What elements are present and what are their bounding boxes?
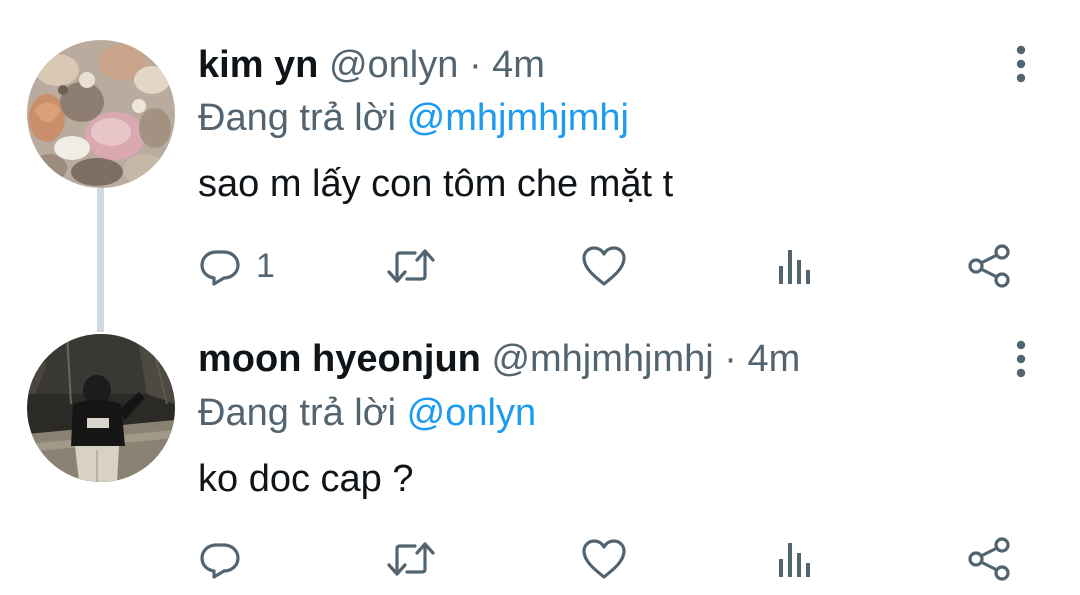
view-count-button[interactable]: [775, 238, 815, 294]
display-name[interactable]: kim yn: [198, 44, 318, 86]
share-button[interactable]: [966, 238, 1012, 294]
retweet-arrows-icon: [387, 542, 435, 576]
display-name[interactable]: moon hyeonjun: [198, 338, 481, 380]
bar-chart-icon: [779, 543, 810, 577]
reply-button[interactable]: 1: [198, 238, 275, 294]
replying-to-label: Đang trả lời: [198, 97, 397, 139]
timestamp: 4m: [747, 338, 801, 380]
like-button[interactable]: [580, 238, 628, 294]
tweet-actions: 1: [0, 238, 1080, 294]
retweet-button[interactable]: [385, 531, 437, 587]
tweet-text: ko doc cap ?: [198, 458, 414, 500]
retweet-arrows-icon: [387, 249, 435, 283]
speech-bubble-icon: [200, 543, 240, 579]
speech-bubble-icon: [200, 250, 240, 286]
view-count-button[interactable]: [775, 531, 815, 587]
share-nodes-icon: [968, 537, 1010, 581]
tweet-actions: [0, 531, 1080, 587]
share-nodes-icon: [968, 244, 1010, 288]
replying-to-label: Đang trả lời: [198, 392, 397, 434]
share-button[interactable]: [966, 531, 1012, 587]
separator-dot: ·: [724, 338, 737, 380]
tweet[interactable]: kim yn @onlyn · 4m Đang trả lời @mhjmhjm…: [0, 0, 1080, 300]
more-options-button[interactable]: [1004, 42, 1038, 86]
person-at-night-avatar-image: [27, 334, 175, 482]
bar-chart-icon: [779, 250, 810, 284]
reply-count: 1: [256, 246, 275, 285]
tweet-header: moon hyeonjun @mhjmhjmhj · 4m: [198, 336, 970, 382]
username[interactable]: @mhjmhjmhj: [491, 338, 713, 380]
avatar[interactable]: [27, 40, 175, 188]
avatar[interactable]: [27, 334, 175, 482]
timestamp: 4m: [492, 44, 545, 86]
like-button[interactable]: [580, 531, 628, 587]
separator-dot: ·: [468, 44, 482, 86]
replying-to: Đang trả lời @onlyn: [198, 390, 536, 436]
heart-icon: [582, 246, 626, 286]
tweet-text: sao m lấy con tôm che mặt t: [198, 163, 674, 205]
tweet-header: kim yn @onlyn · 4m: [198, 42, 970, 88]
replying-to-mention[interactable]: @mhjmhjmhj: [407, 97, 629, 139]
more-options-button[interactable]: [1004, 337, 1038, 381]
retweet-button[interactable]: [385, 238, 437, 294]
seashells-avatar-image: [27, 40, 175, 188]
vertical-ellipsis-icon: [1016, 45, 1026, 83]
reply-button[interactable]: [198, 531, 256, 587]
heart-icon: [582, 539, 626, 579]
reply-thread: kim yn @onlyn · 4m Đang trả lời @mhjmhjm…: [0, 0, 1080, 595]
tweet[interactable]: moon hyeonjun @mhjmhjmhj · 4m Đang trả l…: [0, 300, 1080, 595]
replying-to: Đang trả lời @mhjmhjmhj: [198, 95, 629, 141]
replying-to-mention[interactable]: @onlyn: [407, 392, 536, 434]
username[interactable]: @onlyn: [329, 44, 458, 86]
vertical-ellipsis-icon: [1016, 340, 1026, 378]
